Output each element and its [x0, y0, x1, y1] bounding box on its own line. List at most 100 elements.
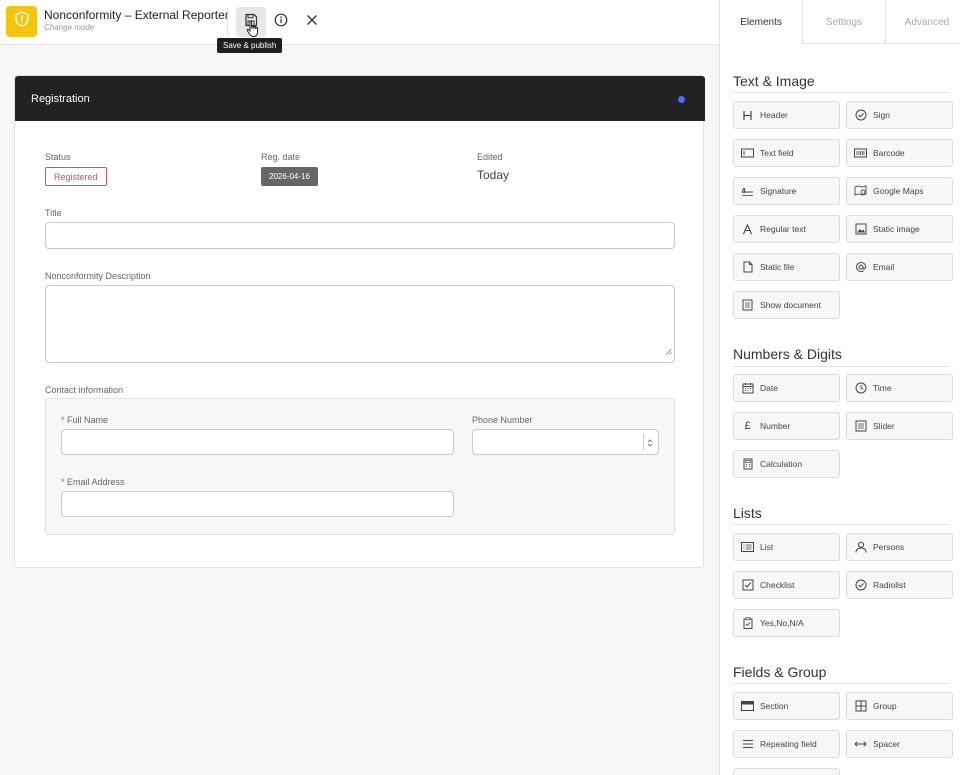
element-regular-text-button[interactable]: Regular text — [733, 215, 840, 243]
element-sign-button[interactable]: Sign — [846, 101, 953, 129]
panel-tabs: Elements Settings Advanced — [720, 0, 960, 45]
full-name-label: * Full Name — [61, 415, 109, 425]
app-logo — [6, 6, 37, 37]
element-yes-no-na-button[interactable]: Yes,No,N/A — [733, 609, 840, 637]
email-label: * Email Address — [61, 477, 125, 487]
description-label: Nonconformity Description — [45, 271, 151, 281]
element-email-button[interactable]: Email — [846, 253, 953, 281]
signature-icon — [741, 185, 754, 198]
calculator-icon — [741, 458, 754, 471]
edited-label: Edited — [477, 152, 503, 162]
element-static-file-button[interactable]: Static file — [733, 253, 840, 281]
stepper-icon[interactable] — [643, 434, 655, 451]
element-google-maps-button[interactable]: Google Maps — [846, 177, 953, 205]
element-spacer-button[interactable]: Spacer — [846, 730, 953, 758]
reg-date-label: Reg. date — [261, 152, 301, 162]
list-icon — [741, 541, 754, 554]
section-icon — [741, 700, 754, 713]
slider-icon — [854, 420, 867, 433]
save-publish-tooltip: Save & publish — [217, 38, 283, 53]
elements-panel: Elements Settings Advanced Text & Image … — [719, 0, 960, 775]
grid-icon — [854, 700, 867, 713]
section-divider — [733, 524, 949, 525]
radio-check-icon — [854, 579, 867, 592]
section-fields-group-title: Fields & Group — [733, 664, 827, 680]
lines-icon — [741, 738, 754, 751]
section-numbers-title: Numbers & Digits — [733, 346, 842, 362]
element-persons-button[interactable]: Persons — [846, 533, 953, 561]
section-title: Registration — [31, 93, 90, 105]
tab-settings[interactable]: Settings — [803, 0, 886, 44]
arrows-horizontal-icon — [854, 738, 867, 751]
element-barcode-button[interactable]: Barcode — [846, 139, 953, 167]
element-date-button[interactable]: Date — [733, 374, 840, 402]
toolbar-divider — [227, 8, 228, 37]
close-icon — [306, 13, 318, 31]
map-pin-icon — [854, 185, 867, 198]
status-label: Status — [45, 152, 71, 162]
description-textarea[interactable] — [45, 285, 675, 363]
section-divider — [733, 683, 949, 684]
title-input[interactable] — [45, 222, 675, 249]
info-button[interactable] — [266, 7, 296, 37]
title-label: Title — [45, 208, 62, 218]
element-text-field-button[interactable]: Text field — [733, 139, 840, 167]
pound-icon: £ — [744, 420, 751, 432]
section-text-image-title: Text & Image — [733, 73, 815, 89]
section-divider — [733, 366, 949, 367]
element-slider-button[interactable]: Slider — [846, 412, 953, 440]
form-section-header[interactable]: Registration — [15, 76, 705, 121]
element-group-button[interactable]: Group — [846, 692, 953, 720]
element-number-button[interactable]: £ Number — [733, 412, 840, 440]
form-card: Registration Status Registered Reg. date… — [14, 75, 705, 568]
element-static-image-button[interactable]: Static image — [846, 215, 953, 243]
close-button[interactable] — [297, 7, 327, 37]
tab-advanced[interactable]: Advanced — [886, 0, 960, 44]
element-show-document-button[interactable]: Show document — [733, 291, 840, 319]
clipboard-check-icon — [741, 617, 754, 630]
phone-input[interactable] — [472, 429, 659, 455]
clock-icon — [854, 382, 867, 395]
check-circle-icon — [854, 109, 867, 122]
element-time-button[interactable]: Time — [846, 374, 953, 402]
calendar-icon — [741, 382, 754, 395]
full-name-input[interactable] — [61, 429, 454, 455]
image-icon — [854, 223, 867, 236]
email-input[interactable] — [61, 491, 454, 517]
element-calculation-button[interactable]: Calculation — [733, 450, 840, 478]
status-badge: Registered — [45, 167, 107, 186]
heading-icon — [741, 109, 754, 122]
resize-handle-icon[interactable] — [665, 342, 672, 360]
edited-value: Today — [477, 168, 510, 182]
required-marker: * — [61, 477, 65, 487]
element-more-button[interactable] — [733, 768, 840, 775]
barcode-icon — [854, 147, 867, 160]
checkbox-icon — [741, 579, 754, 592]
element-checklist-button[interactable]: Checklist — [733, 571, 840, 599]
element-header-button[interactable]: Header — [733, 101, 840, 129]
element-list-button[interactable]: List — [733, 533, 840, 561]
element-radiolist-button[interactable]: Radiolist — [846, 571, 953, 599]
app-mode: Change mode — [44, 23, 95, 32]
document-icon — [741, 299, 754, 312]
app-title: Nonconformity – External Reporter — [44, 8, 229, 22]
phone-label: Phone Number — [472, 415, 533, 425]
section-divider — [733, 92, 949, 93]
required-marker: * — [61, 415, 65, 425]
reg-date-badge: 2026-04-16 — [261, 167, 318, 186]
section-lists-title: Lists — [733, 505, 762, 521]
contact-label: Contact information — [45, 385, 124, 395]
font-icon — [741, 223, 754, 236]
top-bar: Nonconformity – External Reporter Change… — [0, 0, 720, 45]
element-section-button[interactable]: Section — [733, 692, 840, 720]
file-icon — [741, 261, 754, 274]
at-sign-icon — [854, 261, 867, 274]
shield-icon — [14, 11, 30, 32]
status-dot — [678, 96, 685, 103]
element-repeating-field-button[interactable]: Repeating field — [733, 730, 840, 758]
element-signature-button[interactable]: Signature — [733, 177, 840, 205]
tab-elements[interactable]: Elements — [720, 0, 803, 45]
contact-group: * Full Name Phone Number * Email Address — [45, 398, 675, 535]
info-icon — [274, 13, 288, 32]
text-field-icon — [741, 147, 754, 160]
